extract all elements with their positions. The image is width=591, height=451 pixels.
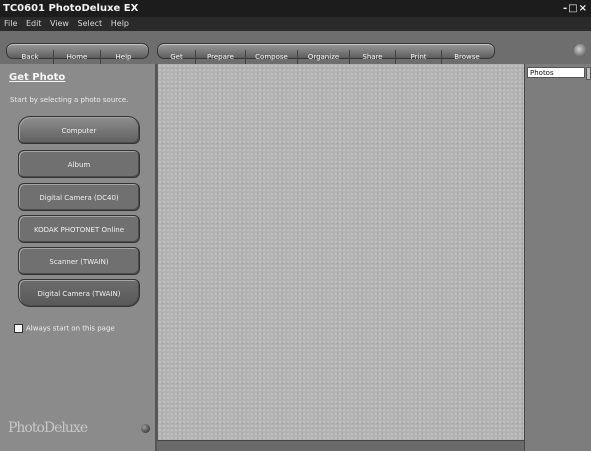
photos-panel: Photos (524, 64, 591, 451)
menu-view[interactable]: View (50, 17, 69, 31)
nav-pill: Back Home Help (6, 43, 149, 64)
menu-help[interactable]: Help (111, 17, 129, 31)
tab-get[interactable]: Get (158, 50, 196, 64)
get-photo-panel: Get Photo Start by selecting a photo sou… (0, 64, 157, 451)
photos-scroll-icon[interactable] (586, 67, 591, 80)
tab-share[interactable]: Share (350, 50, 396, 64)
source-digital-camera-dc40-button[interactable]: Digital Camera (DC40) (18, 183, 140, 211)
window-title: TC0601 PhotoDeluxe EX (3, 3, 139, 14)
toolbar: Back Home Help Get Prepare Compose Organize Sh… (0, 31, 591, 65)
source-kodak-photonet-button[interactable]: KODAK PHOTONET Online (18, 215, 140, 243)
photos-dropdown[interactable]: Photos (527, 67, 585, 78)
help-button[interactable]: Help (101, 50, 146, 64)
back-button[interactable]: Back (7, 50, 54, 64)
menu-file[interactable]: File (4, 17, 17, 31)
panel-instructions: Start by selecting a photo source. (10, 96, 129, 104)
source-album-button[interactable]: Album (18, 150, 140, 178)
status-orb-icon (141, 424, 150, 433)
menu-bar: File Edit View Select Help (0, 17, 591, 31)
source-digital-camera-twain-button[interactable]: Digital Camera (TWAIN) (18, 279, 140, 307)
toolbar-orb-icon[interactable] (574, 44, 587, 57)
status-bar (157, 440, 524, 451)
title-bar: TC0601 PhotoDeluxe EX -□× (0, 0, 591, 17)
tab-organize[interactable]: Organize (298, 50, 350, 64)
always-start-label: Always start on this page (26, 324, 115, 333)
app-window: TC0601 PhotoDeluxe EX -□× File Edit View… (0, 0, 591, 451)
photodeluxe-logo: PhotoDeluxe (8, 420, 88, 436)
source-scanner-twain-button[interactable]: Scanner (TWAIN) (18, 247, 140, 275)
home-button[interactable]: Home (54, 50, 101, 64)
menu-select[interactable]: Select (78, 17, 103, 31)
menu-edit[interactable]: Edit (26, 17, 42, 31)
always-start-checkbox[interactable] (14, 324, 23, 333)
tab-compose[interactable]: Compose (246, 50, 298, 64)
always-start-row[interactable]: Always start on this page (14, 324, 115, 333)
steps-pill: Get Prepare Compose Organize Share Print Brows… (157, 43, 495, 64)
panel-title: Get Photo (9, 72, 66, 83)
tab-browse[interactable]: Browse (442, 50, 492, 64)
tab-print[interactable]: Print (396, 50, 442, 64)
image-workspace[interactable] (157, 64, 524, 440)
source-computer-button[interactable]: Computer (18, 116, 140, 144)
window-controls[interactable]: -□× (563, 0, 588, 17)
tab-prepare[interactable]: Prepare (196, 50, 246, 64)
